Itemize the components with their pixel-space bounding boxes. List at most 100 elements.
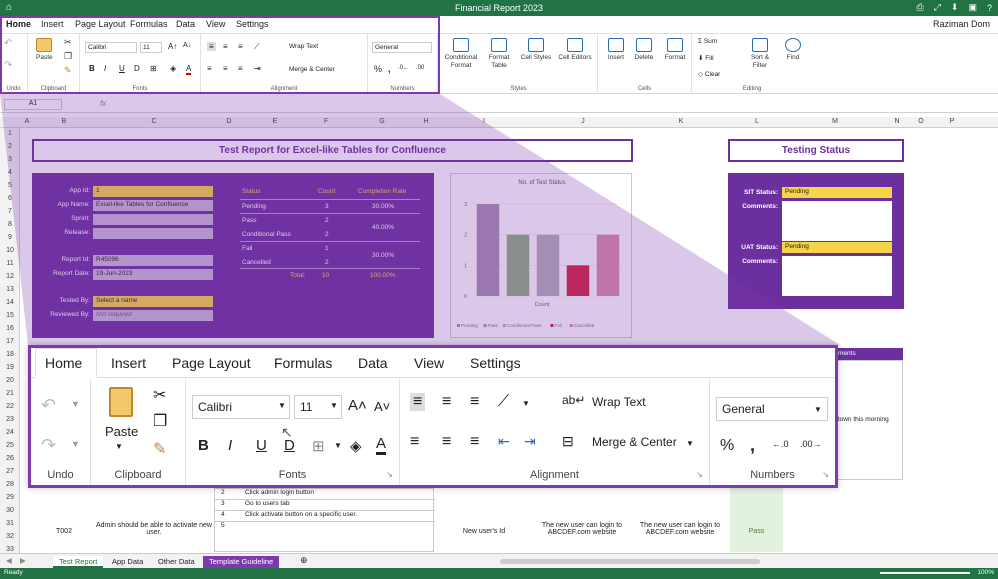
alignment-dialog-launcher-icon[interactable]: ↘ — [696, 470, 703, 479]
column-header[interactable]: O — [908, 118, 934, 125]
zoomed-align-middle-icon[interactable]: ≡ — [442, 393, 451, 411]
zoomed-paste-icon[interactable] — [109, 387, 133, 417]
undo-dropdown-icon[interactable]: ▼ — [71, 399, 80, 409]
comment-cell[interactable]: down this morning — [835, 360, 903, 480]
zoomed-format-painter-icon[interactable]: ✎ — [153, 439, 166, 459]
zoomed-underline-icon[interactable]: U — [256, 437, 267, 454]
column-header[interactable]: E — [244, 118, 306, 125]
zoomed-font-name-select[interactable]: Calibri — [192, 395, 290, 419]
column-header[interactable]: C — [94, 118, 214, 125]
row-header[interactable]: 25 — [0, 442, 20, 449]
tested-by-select[interactable]: Select a name — [93, 296, 213, 307]
row-header[interactable]: 31 — [0, 520, 20, 527]
column-header[interactable]: F — [306, 118, 346, 125]
row-header[interactable]: 22 — [0, 403, 20, 410]
row-header[interactable]: 10 — [0, 247, 20, 254]
result-cell[interactable]: Pass — [730, 488, 783, 552]
row-header[interactable]: 27 — [0, 468, 20, 475]
sheet-tab-template-guideline[interactable]: Template Guideline — [203, 556, 280, 568]
zoomed-indent-icon[interactable]: ⇥ — [524, 433, 536, 450]
save-icon[interactable]: ▣ — [968, 2, 977, 13]
status-chart[interactable]: No. of Test Status 0 1 2 3 Count Pending Pass Co… — [450, 173, 632, 338]
tabs-scroll-left-icon[interactable]: ◀ — [6, 556, 12, 565]
row-header[interactable]: 24 — [0, 429, 20, 436]
step-row[interactable]: 4 Click activate button on a specific use… — [215, 511, 435, 522]
merge-dropdown-icon[interactable]: ▼ — [686, 439, 694, 448]
uat-comments-field[interactable] — [782, 256, 892, 296]
fullscreen-icon[interactable]: ⤢ — [934, 2, 941, 13]
sit-status-select[interactable]: Pending — [782, 187, 892, 198]
insert-button[interactable]: Insert — [604, 38, 628, 62]
row-header[interactable]: 4 — [0, 169, 20, 176]
report-date-field[interactable]: 19-Jun-2023 — [93, 269, 213, 280]
row-header[interactable]: 14 — [0, 299, 20, 306]
numbers-dialog-launcher-icon[interactable]: ↘ — [822, 470, 829, 479]
row-header[interactable]: 15 — [0, 312, 20, 319]
zoomed-wrap-text-button[interactable]: Wrap Text — [592, 395, 646, 409]
zoomed-align-center-icon[interactable]: ≡ — [442, 433, 451, 451]
row-header[interactable]: 28 — [0, 481, 20, 488]
row-header[interactable]: 33 — [0, 546, 20, 553]
column-header[interactable]: L — [730, 118, 784, 125]
zoomed-font-color-icon[interactable]: A — [376, 435, 387, 455]
column-header[interactable]: I — [434, 118, 534, 125]
zoomed-fill-color-icon[interactable]: ◈ — [350, 437, 362, 455]
format-button[interactable]: Format — [662, 38, 688, 62]
row-header[interactable]: 9 — [0, 234, 20, 241]
cell-editors-button[interactable]: Cell Editors — [556, 38, 594, 62]
column-header[interactable]: K — [632, 118, 730, 125]
column-header[interactable]: H — [418, 118, 434, 125]
zoomed-outdent-icon[interactable]: ⇤ — [498, 433, 510, 450]
add-sheet-icon[interactable]: ⊕ — [300, 555, 308, 566]
zoom-slider[interactable] — [880, 572, 970, 574]
zoomed-cut-icon[interactable]: ✂ — [153, 385, 166, 405]
uat-status-select[interactable]: Pending — [782, 242, 892, 253]
zoomed-italic-icon[interactable]: I — [228, 437, 232, 454]
zoomed-font-grow-icon[interactable]: A˄ — [348, 397, 367, 414]
zoomed-tab-insert[interactable]: Insert — [111, 355, 146, 371]
download-icon[interactable]: ⬇ — [951, 2, 959, 13]
app-id-field[interactable]: 1 — [93, 186, 213, 197]
formula-input[interactable] — [115, 99, 985, 110]
sum-button[interactable]: Σ Sum — [698, 38, 717, 45]
clear-button[interactable]: ◇ Clear — [698, 70, 720, 78]
row-header[interactable]: 18 — [0, 351, 20, 358]
sit-comments-field[interactable] — [782, 201, 892, 241]
font-name-dropdown-icon[interactable]: ▼ — [278, 401, 286, 410]
redo-dropdown-icon[interactable]: ▼ — [71, 439, 80, 449]
release-field[interactable] — [93, 228, 213, 239]
test-data-cell[interactable]: New user's Id — [436, 528, 532, 535]
row-header[interactable]: 20 — [0, 377, 20, 384]
zoomed-increase-decimal-icon[interactable]: ←.0 — [772, 439, 789, 449]
zoomed-tab-data[interactable]: Data — [358, 355, 388, 371]
sheet-tab-other-data[interactable]: Other Data — [152, 556, 201, 568]
row-header[interactable]: 12 — [0, 273, 20, 280]
zoomed-bold-icon[interactable]: B — [198, 437, 209, 454]
sprint-field[interactable] — [93, 214, 213, 225]
zoomed-wrap-text-icon[interactable]: ab↵ — [562, 393, 585, 407]
zoomed-tab-formulas[interactable]: Formulas — [274, 355, 332, 371]
row-header[interactable]: 16 — [0, 325, 20, 332]
row-header[interactable]: 13 — [0, 286, 20, 293]
cell-styles-button[interactable]: Cell Styles — [520, 38, 552, 62]
sheet-tab-app-data[interactable]: App Data — [106, 556, 149, 568]
fonts-dialog-launcher-icon[interactable]: ↘ — [386, 470, 393, 479]
zoomed-paste-button[interactable]: Paste — [105, 424, 138, 439]
test-description-cell[interactable]: Admin should be able to activate new use… — [96, 522, 212, 536]
column-header[interactable]: D — [214, 118, 244, 125]
font-size-dropdown-icon[interactable]: ▼ — [330, 401, 338, 410]
orientation-dropdown-icon[interactable]: ▼ — [522, 399, 530, 408]
row-header[interactable]: 17 — [0, 338, 20, 345]
row-header[interactable]: 21 — [0, 390, 20, 397]
column-header[interactable]: G — [346, 118, 418, 125]
column-header[interactable]: A — [20, 118, 34, 125]
conditional-format-button[interactable]: Conditional Format — [442, 38, 480, 70]
row-header[interactable]: 6 — [0, 195, 20, 202]
row-header[interactable]: 8 — [0, 221, 20, 228]
test-id-cell[interactable]: T002 — [34, 528, 94, 535]
row-header[interactable]: 26 — [0, 455, 20, 462]
number-format-dropdown-icon[interactable]: ▼ — [814, 405, 822, 414]
report-title[interactable]: Test Report for Excel-like Tables for Co… — [32, 139, 633, 162]
user-name[interactable]: Raziman Dom — [933, 19, 990, 29]
row-header[interactable]: 7 — [0, 208, 20, 215]
